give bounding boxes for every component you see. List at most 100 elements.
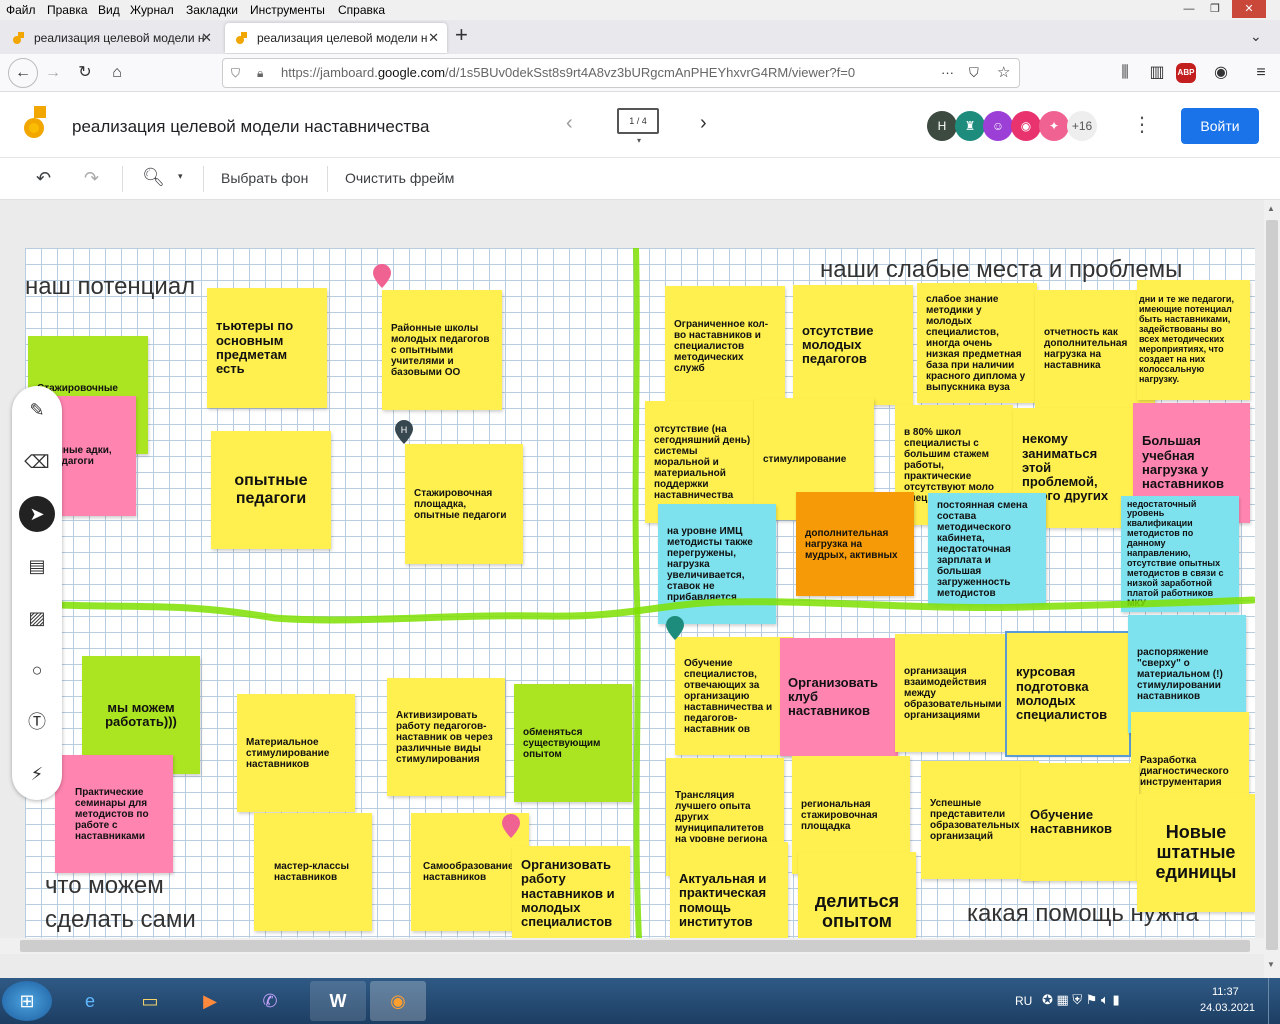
sticky-note[interactable]: Организовать клуб наставников: [780, 638, 898, 756]
language-indicator[interactable]: RU: [1015, 994, 1032, 1008]
undo-icon[interactable]: ↶: [36, 168, 51, 189]
home-icon[interactable]: ⌂: [104, 61, 130, 85]
frame-dropdown-icon[interactable]: ▾: [637, 136, 641, 145]
sticky-note-icon[interactable]: ▤: [19, 548, 55, 584]
image-icon[interactable]: ▨: [19, 600, 55, 636]
sign-in-button[interactable]: Войти: [1181, 108, 1259, 144]
sticky-note[interactable]: мастер-классы наставников: [254, 813, 372, 931]
sticky-note[interactable]: делиться опытом: [798, 852, 916, 938]
menu-tools[interactable]: Инструменты: [250, 3, 325, 17]
sticky-note[interactable]: Районные школы молодых педагогов с опытн…: [382, 290, 502, 410]
zoom-dropdown-icon[interactable]: ▾: [178, 171, 183, 182]
jamboard-logo-icon[interactable]: [22, 104, 50, 142]
clear-frame-button[interactable]: Очистить фрейм: [345, 170, 454, 186]
sticky-note[interactable]: Материальное стимулирование наставников: [237, 694, 355, 812]
viber-icon[interactable]: ✆: [242, 981, 298, 1021]
sticky-note[interactable]: слабое знание методики у молодых специал…: [917, 283, 1037, 403]
library-icon[interactable]: ⫼: [1112, 61, 1138, 85]
sticky-note[interactable]: на уровне ИМЦ методисты также перегружен…: [658, 504, 776, 624]
menu-history[interactable]: Журнал: [130, 3, 174, 17]
sticky-note[interactable]: Актуальная и практическая помощь институ…: [670, 842, 788, 938]
zoom-icon[interactable]: 🔍︎: [142, 167, 165, 188]
minimize-button[interactable]: —: [1176, 0, 1202, 18]
sticky-note[interactable]: опытные педагоги: [211, 431, 331, 549]
sticky-note[interactable]: дополнительная нагрузка на мудрых, актив…: [796, 492, 914, 596]
page-actions-button[interactable]: ···: [941, 59, 954, 87]
scroll-up-icon[interactable]: ▲: [1267, 204, 1275, 213]
pen-icon[interactable]: ✎: [19, 392, 55, 428]
account-icon[interactable]: ◉: [1208, 61, 1234, 85]
internet-explorer-icon[interactable]: e: [62, 981, 118, 1021]
text-box-icon[interactable]: Ⓣ: [19, 704, 55, 740]
bookmark-star-icon[interactable]: ☆: [997, 59, 1010, 87]
word-icon[interactable]: W: [310, 981, 366, 1021]
pocket-icon[interactable]: ⛉: [969, 59, 979, 87]
sticky-note[interactable]: дни и те же педагоги, имеющие потенциал …: [1137, 280, 1250, 400]
tab-list-chevron-icon[interactable]: ⌄: [1250, 28, 1262, 45]
prev-frame-chevron-icon[interactable]: ‹: [566, 112, 573, 135]
sticky-note[interactable]: тьютеры по основным предметам есть: [207, 288, 327, 408]
sticky-note[interactable]: отсутствие молодых педагогов: [793, 285, 913, 405]
circle-shape-icon[interactable]: ○: [19, 652, 55, 688]
collaborator-avatar[interactable]: Н: [927, 111, 957, 141]
menu-bookmarks[interactable]: Закладки: [186, 3, 238, 17]
close-tab-icon[interactable]: ✕: [428, 23, 439, 53]
scrollbar-thumb[interactable]: [1266, 220, 1278, 950]
tab-1[interactable]: реализация целевой модели н ✕: [2, 23, 220, 53]
vertical-scrollbar[interactable]: ▲ ▼: [1264, 200, 1280, 978]
clock-time[interactable]: 11:37: [1212, 986, 1239, 998]
menu-help[interactable]: Справка: [338, 3, 385, 17]
collaborator-avatar[interactable]: ♜: [955, 111, 985, 141]
laser-icon[interactable]: ⚡: [19, 756, 55, 792]
clock-date[interactable]: 24.03.2021: [1200, 1002, 1255, 1014]
collaborator-avatar[interactable]: ◉: [1011, 111, 1041, 141]
sticky-note[interactable]: Ограниченное кол-во наставников и специа…: [665, 286, 785, 406]
eraser-icon[interactable]: ⌫: [19, 444, 55, 480]
shield-icon[interactable]: ⛉: [231, 59, 240, 87]
sticky-note[interactable]: Активизировать работу педагогов-наставни…: [387, 678, 505, 796]
tray-icons[interactable]: ✪ ▦ ⛨ ⚑ 🔈︎ ▮: [1042, 992, 1120, 1008]
forward-button-icon[interactable]: →: [40, 61, 66, 85]
menu-file[interactable]: Файл: [6, 3, 36, 17]
set-background-button[interactable]: Выбрать фон: [221, 170, 308, 186]
new-tab-button[interactable]: +: [455, 22, 468, 48]
document-title[interactable]: реализация целевой модели наставничества: [72, 117, 429, 137]
scroll-down-icon[interactable]: ▼: [1267, 960, 1275, 969]
show-desktop-button[interactable]: [1268, 978, 1280, 1024]
redo-icon[interactable]: ↷: [84, 168, 99, 189]
sticky-note[interactable]: организация взаимодействия между образов…: [895, 634, 1013, 752]
sticky-note[interactable]: Новые штатные единицы: [1137, 794, 1255, 912]
more-options-icon[interactable]: ⋮: [1132, 112, 1152, 137]
menu-view[interactable]: Вид: [98, 3, 120, 17]
url-bar[interactable]: ⛉ 🔒︎ https://jamboard.google.com/d/1s5BU…: [222, 58, 1020, 88]
next-frame-chevron-icon[interactable]: ›: [700, 112, 707, 135]
tab-2-active[interactable]: реализация целевой модели н ✕: [225, 23, 447, 53]
sticky-note[interactable]: недостаточный уровень квалификации метод…: [1121, 496, 1239, 612]
close-window-button[interactable]: ✕: [1232, 0, 1266, 18]
sidebar-icon[interactable]: ▥: [1144, 61, 1170, 85]
close-tab-icon[interactable]: ✕: [201, 23, 212, 53]
sticky-note[interactable]: обменяться существующим опытом: [514, 684, 632, 802]
reload-icon[interactable]: ↻: [72, 61, 98, 85]
lock-icon[interactable]: 🔒︎: [257, 59, 263, 87]
start-button-icon[interactable]: ⊞: [2, 981, 52, 1021]
horizontal-scrollbar[interactable]: [0, 938, 1264, 954]
sticky-note[interactable]: Обучение специалистов, отвечающих за орг…: [675, 637, 793, 755]
collaborator-avatar[interactable]: ✦: [1039, 111, 1069, 141]
file-explorer-icon[interactable]: ▭: [122, 981, 178, 1021]
frame-indicator[interactable]: 1 / 4: [617, 108, 659, 134]
firefox-icon[interactable]: ◉: [370, 981, 426, 1021]
menu-edit[interactable]: Правка: [47, 3, 88, 17]
whiteboard-frame[interactable]: наш потенциал наши слабые места и пробле…: [25, 248, 1255, 938]
more-collaborators-badge[interactable]: +16: [1067, 111, 1097, 141]
sticky-note[interactable]: Организовать работу наставников и молоды…: [512, 846, 630, 938]
collaborator-avatar[interactable]: ☺: [983, 111, 1013, 141]
adblock-icon[interactable]: ABP: [1176, 63, 1196, 83]
sticky-note[interactable]: Стажировочная площадка, опытные педагоги: [405, 444, 523, 564]
sticky-note-selected[interactable]: курсовая подготовка молодых специалистов: [1005, 631, 1131, 757]
scrollbar-thumb[interactable]: [20, 940, 1250, 952]
back-button-icon[interactable]: ←: [8, 58, 38, 88]
media-player-icon[interactable]: ▶: [182, 981, 238, 1021]
sticky-note[interactable]: Обучение наставников: [1021, 763, 1139, 881]
maximize-button[interactable]: ❐: [1202, 0, 1228, 18]
